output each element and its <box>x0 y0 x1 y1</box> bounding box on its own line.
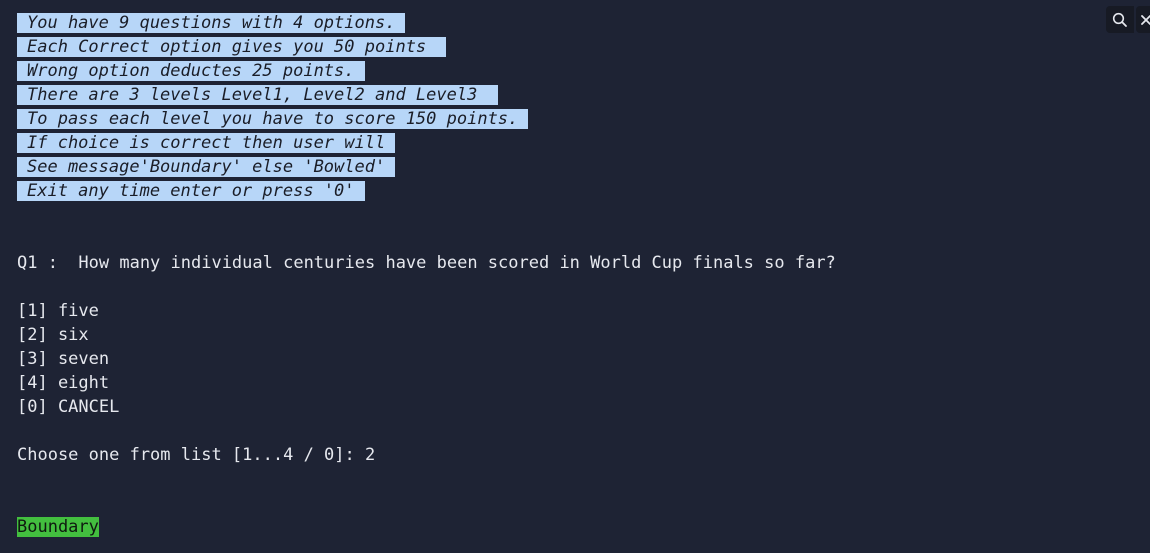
option-line: [4] eight <box>17 373 110 393</box>
input-prompt: Choose one from list [1...4 / 0]: 2 <box>17 445 376 465</box>
search-icon <box>1112 12 1128 28</box>
selected-text: See message'Boundary' else 'Bowled' <box>17 157 396 177</box>
selected-text: You have 9 questions with 4 options. <box>17 13 406 33</box>
selected-text: Each Correct option gives you 50 points <box>17 37 447 57</box>
intro-line: There are 3 levels Level1, Level2 and Le… <box>17 83 498 107</box>
option-line: [3] seven <box>17 349 110 369</box>
selected-text: To pass each level you have to score 150… <box>17 109 529 129</box>
intro-line: See message'Boundary' else 'Bowled' <box>17 155 396 179</box>
intro-line: Each Correct option gives you 50 points <box>17 35 447 59</box>
intro-line: You have 9 questions with 4 options. <box>17 11 406 35</box>
intro-line: Wrong option deductes 25 points. <box>17 59 365 83</box>
close-button[interactable] <box>1136 6 1150 33</box>
result-badge: Boundary <box>17 517 99 537</box>
selected-text: Wrong option deductes 25 points. <box>17 61 365 81</box>
option-line: [0] CANCEL <box>17 397 120 417</box>
intro-line: Exit any time enter or press '0' <box>17 179 365 203</box>
result-line: Boundary <box>17 515 99 539</box>
selected-text: If choice is correct then user will <box>17 133 396 153</box>
intro-line: If choice is correct then user will <box>17 131 396 155</box>
selected-text: There are 3 levels Level1, Level2 and Le… <box>17 85 498 105</box>
search-button[interactable] <box>1106 6 1134 33</box>
intro-line: To pass each level you have to score 150… <box>17 107 529 131</box>
close-icon <box>1140 13 1150 27</box>
selected-text: Exit any time enter or press '0' <box>17 181 365 201</box>
option-line: [1] five <box>17 301 99 321</box>
terminal-toolbar <box>1106 6 1150 33</box>
terminal-window[interactable]: You have 9 questions with 4 options. Eac… <box>0 0 1150 553</box>
option-line: [2] six <box>17 325 89 345</box>
question-text: Q1 : How many individual centuries have … <box>17 253 836 273</box>
